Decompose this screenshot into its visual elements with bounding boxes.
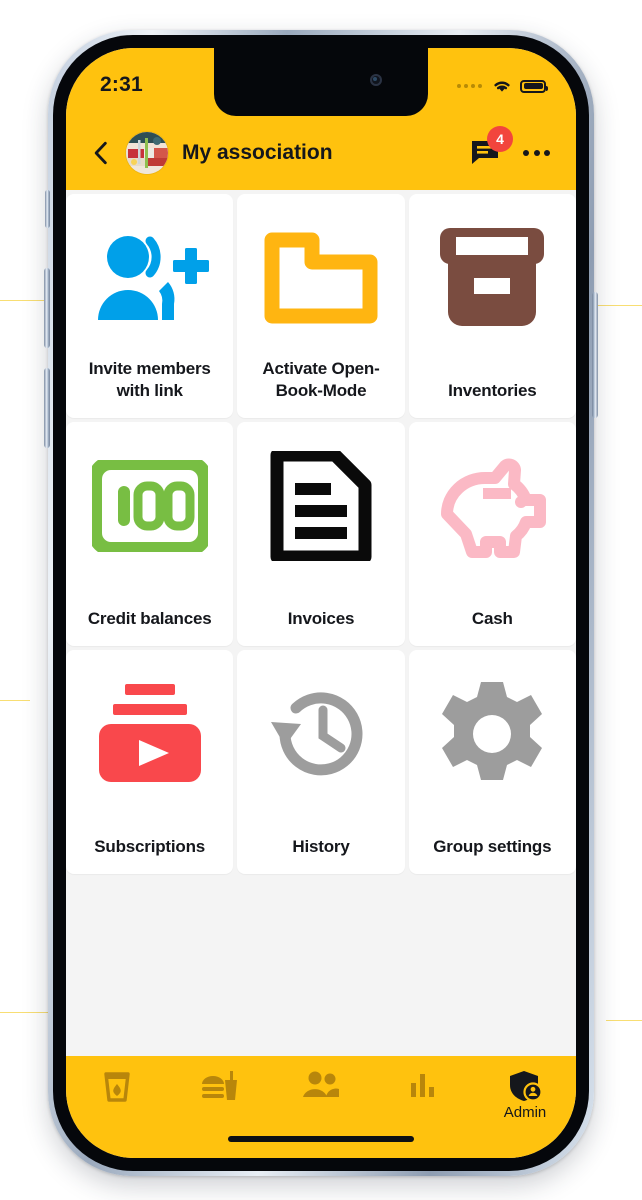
drink-glass-icon bbox=[104, 1072, 130, 1102]
card-cash[interactable]: Cash bbox=[408, 422, 576, 646]
people-group-icon bbox=[303, 1071, 339, 1097]
gear-icon bbox=[442, 682, 543, 780]
piggy-bank-icon bbox=[441, 458, 547, 558]
device-notch bbox=[214, 48, 428, 116]
status-clock: 2:31 bbox=[100, 73, 143, 96]
bottom-navigation: Admin bbox=[66, 1056, 576, 1158]
card-label: Inventories bbox=[448, 380, 537, 400]
icon-container bbox=[431, 444, 553, 568]
wifi-icon bbox=[494, 81, 510, 92]
card-label: Credit balances bbox=[87, 608, 212, 628]
power-button[interactable] bbox=[592, 292, 598, 418]
group-avatar-photo bbox=[126, 132, 168, 174]
home-indicator[interactable] bbox=[228, 1136, 414, 1142]
signal-dots-icon bbox=[457, 84, 482, 88]
icon-container bbox=[437, 672, 547, 796]
header-actions: 4 bbox=[471, 126, 550, 167]
card-label: Subscriptions bbox=[94, 836, 206, 856]
card-label: Group settings bbox=[433, 836, 552, 856]
icon-container bbox=[90, 216, 210, 340]
avatar[interactable] bbox=[126, 132, 168, 174]
page-title: My association bbox=[182, 141, 333, 164]
overflow-menu-icon[interactable] bbox=[523, 144, 550, 162]
icon-container bbox=[93, 672, 207, 796]
chat-button[interactable]: 4 bbox=[471, 126, 513, 167]
card-invite-members[interactable]: Invite members with link bbox=[66, 194, 234, 418]
nav-item-stats[interactable] bbox=[372, 1070, 474, 1100]
volume-down-button[interactable] bbox=[44, 368, 50, 448]
icon-container bbox=[263, 672, 379, 796]
banknote-100-icon bbox=[91, 460, 208, 552]
nav-item-label: Admin bbox=[503, 1104, 547, 1121]
card-invoices[interactable]: Invoices bbox=[237, 422, 405, 646]
battery-full-icon bbox=[520, 79, 548, 93]
history-clock-icon bbox=[270, 692, 363, 776]
main-content: Invite members with link Activate Open-B… bbox=[66, 190, 576, 1056]
nav-item-food[interactable] bbox=[168, 1070, 270, 1104]
card-label: Cash bbox=[471, 608, 513, 628]
phone-bezel: 2:31 My association 4 Invite members wit… bbox=[53, 35, 589, 1171]
card-open-book-mode[interactable]: Activate Open-Book-Mode bbox=[237, 194, 405, 418]
card-label: Invoices bbox=[287, 608, 355, 628]
back-chevron-icon[interactable] bbox=[88, 140, 114, 166]
card-label: Invite members with link bbox=[88, 358, 211, 400]
app-header: My association 4 bbox=[66, 116, 576, 190]
card-history[interactable]: History bbox=[237, 650, 405, 874]
nav-item-drinks[interactable] bbox=[66, 1070, 168, 1104]
archive-box-icon bbox=[440, 228, 545, 326]
silence-switch[interactable] bbox=[45, 190, 50, 228]
card-subscriptions[interactable]: Subscriptions bbox=[66, 650, 234, 874]
action-grid: Invite members with link Activate Open-B… bbox=[66, 190, 576, 874]
nav-item-members[interactable] bbox=[270, 1070, 372, 1100]
front-camera-icon bbox=[370, 74, 382, 86]
card-label: Activate Open-Book-Mode bbox=[262, 358, 380, 400]
bar-chart-icon bbox=[411, 1074, 434, 1097]
nav-item-admin[interactable]: Admin bbox=[474, 1070, 576, 1121]
food-meal-icon bbox=[202, 1071, 237, 1100]
screenshot-stage: 2:31 My association 4 Invite members wit… bbox=[0, 0, 642, 1200]
shield-admin-icon bbox=[510, 1071, 542, 1102]
status-badge: 4 bbox=[487, 126, 513, 152]
folder-outline-icon bbox=[264, 232, 378, 324]
icon-container bbox=[262, 216, 380, 340]
icon-container bbox=[436, 216, 548, 340]
document-lines-icon bbox=[270, 451, 372, 561]
phone-device-frame: 2:31 My association 4 Invite members wit… bbox=[44, 30, 598, 1176]
person-add-icon bbox=[97, 236, 209, 320]
phone-screen: 2:31 My association 4 Invite members wit… bbox=[66, 48, 576, 1158]
background-guide-line bbox=[606, 1020, 642, 1021]
status-indicators bbox=[457, 78, 548, 94]
icon-container bbox=[91, 444, 208, 568]
card-credit-balances[interactable]: Credit balances bbox=[66, 422, 234, 646]
background-guide-line bbox=[0, 700, 30, 701]
card-inventories[interactable]: Inventories bbox=[408, 194, 576, 418]
volume-up-button[interactable] bbox=[44, 268, 50, 348]
subscriptions-play-icon bbox=[98, 684, 201, 782]
card-label: History bbox=[292, 836, 350, 856]
card-group-settings[interactable]: Group settings bbox=[408, 650, 576, 874]
icon-container bbox=[269, 444, 373, 568]
